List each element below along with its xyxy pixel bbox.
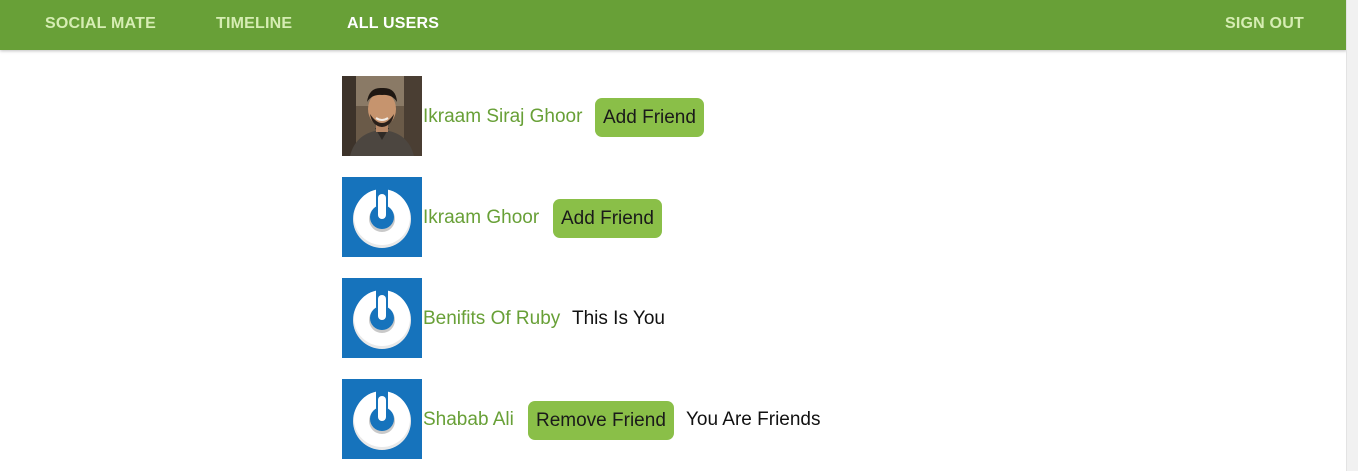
top-navbar: SOCIAL MATE TIMELINE ALL USERS SIGN OUT xyxy=(0,0,1347,50)
nav-timeline[interactable]: TIMELINE xyxy=(216,15,292,33)
user-name-link[interactable]: Benifits Of Ruby xyxy=(423,308,560,330)
this-is-you-label: This Is You xyxy=(572,308,665,329)
add-friend-button[interactable]: Add Friend xyxy=(595,98,704,137)
user-name-link[interactable]: Shabab Ali xyxy=(423,409,514,431)
brand-link[interactable]: SOCIAL MATE xyxy=(45,15,156,33)
nav-all-users[interactable]: ALL USERS xyxy=(347,15,439,33)
remove-friend-button[interactable]: Remove Friend xyxy=(528,401,674,440)
user-avatar-photo xyxy=(342,76,422,156)
default-avatar xyxy=(342,177,422,257)
friends-status-label: You Are Friends xyxy=(686,409,821,430)
page-scrollbar[interactable] xyxy=(1346,0,1358,471)
default-avatar xyxy=(342,379,422,459)
sign-out-link[interactable]: SIGN OUT xyxy=(1225,15,1304,33)
user-name-link[interactable]: Ikraam Siraj Ghoor xyxy=(423,106,582,128)
user-name-link[interactable]: Ikraam Ghoor xyxy=(423,207,539,229)
add-friend-button[interactable]: Add Friend xyxy=(553,199,662,238)
default-avatar xyxy=(342,278,422,358)
